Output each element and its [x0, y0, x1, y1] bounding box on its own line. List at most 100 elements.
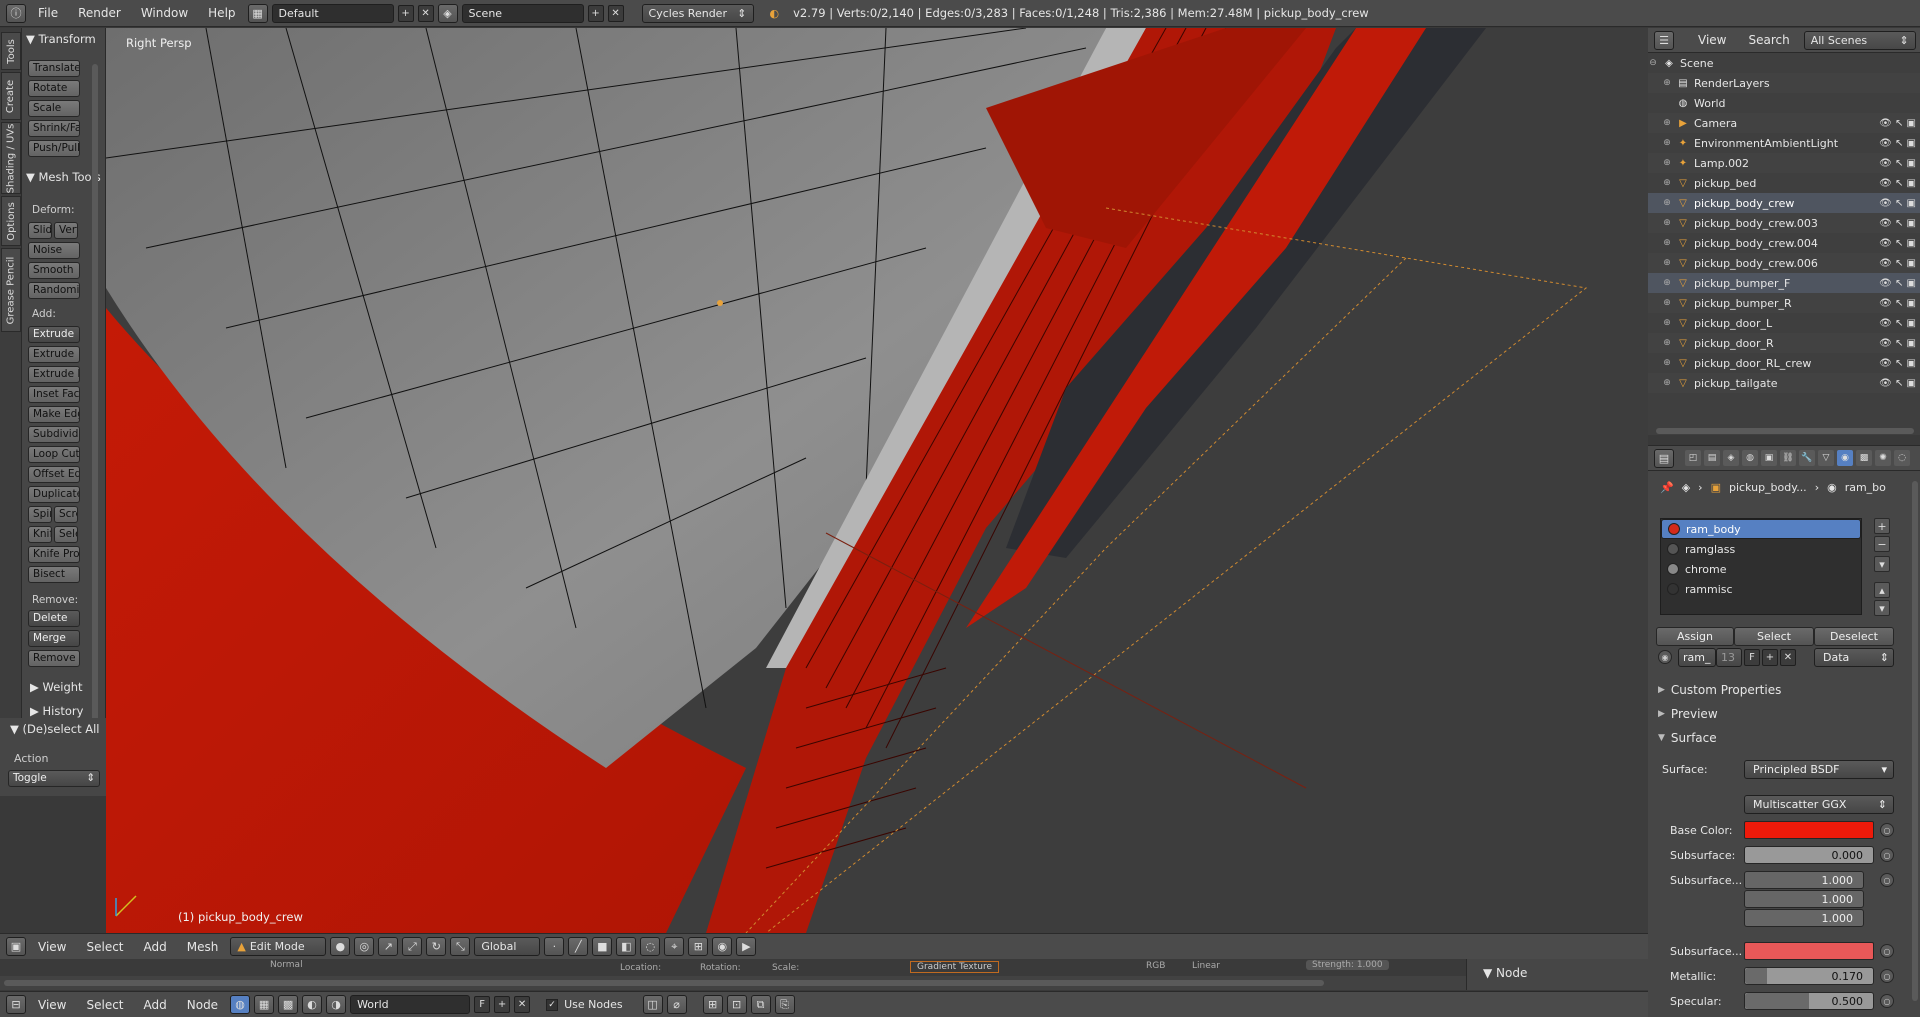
editor-type-icon[interactable]: ⓘ [6, 3, 26, 23]
subsurface-radius-z[interactable]: 1.000 [1744, 909, 1864, 927]
texture-tab-icon[interactable]: ▩ [1856, 450, 1872, 466]
snap-element-icon[interactable]: ⊡ [726, 995, 747, 1014]
menu-view[interactable]: View [1690, 33, 1734, 47]
shrink-fatten-button[interactable]: Shrink/Fatten [28, 120, 80, 137]
data-tab-icon[interactable]: ▽ [1818, 450, 1834, 466]
specials-menu-icon[interactable]: ▾ [1874, 556, 1890, 572]
expand-icon[interactable]: ⊕ [1662, 258, 1672, 268]
link-socket-icon[interactable]: ○ [1880, 994, 1894, 1008]
material-browse-icon[interactable]: ◉ [1658, 650, 1672, 664]
extrude-menu-button[interactable]: Extrude [28, 326, 80, 343]
base-color-swatch[interactable] [1744, 821, 1874, 839]
node-strength-field[interactable]: Strength: 1.000 [1306, 960, 1389, 970]
paste-icon[interactable]: ⎘ [774, 995, 795, 1014]
loop-cut-button[interactable]: Loop Cut and Slide [28, 446, 80, 463]
screw-button[interactable]: Screw [54, 506, 78, 523]
outliner-row-pickup-tailgate[interactable]: ⊕ ▽ pickup_tailgate 👁 ↖ ▣ [1648, 373, 1920, 393]
menu-select[interactable]: Select [78, 998, 131, 1012]
link-socket-icon[interactable]: ○ [1880, 823, 1894, 837]
properties-scrollbar[interactable] [1912, 481, 1918, 1001]
visibility-controls[interactable]: 👁 ↖ ▣ [1879, 138, 1916, 149]
subsurface-radius-y[interactable]: 1.000 [1744, 890, 1864, 908]
outliner-row-pickup-body-crew[interactable]: ⊕ ▽ pickup_body_crew 👁 ↖ ▣ [1648, 193, 1920, 213]
visibility-controls[interactable]: 👁 ↖ ▣ [1879, 278, 1916, 289]
assign-button[interactable]: Assign [1656, 627, 1734, 646]
visibility-controls[interactable]: 👁 ↖ ▣ [1879, 358, 1916, 369]
expand-icon[interactable]: ⊕ [1662, 178, 1672, 188]
outliner-row-pickup-door-l[interactable]: ⊕ ▽ pickup_door_L 👁 ↖ ▣ [1648, 313, 1920, 333]
copy-icon[interactable]: ⧉ [750, 995, 771, 1014]
pivot-icon[interactable]: ◎ [354, 937, 375, 956]
randomize-button[interactable]: Randomize [28, 282, 80, 299]
outliner-row-pickup-body-crew-003[interactable]: ⊕ ▽ pickup_body_crew.003 👁 ↖ ▣ [1648, 213, 1920, 233]
expand-icon[interactable]: ⊕ [1662, 78, 1672, 88]
weight-panel-header[interactable]: ▶ Weight [30, 680, 83, 694]
visibility-controls[interactable]: 👁 ↖ ▣ [1879, 338, 1916, 349]
transform-panel-header[interactable]: ▼ Transform [26, 32, 96, 46]
translate-manipulator-icon[interactable]: ⤢ [402, 937, 423, 956]
proportional-icon[interactable]: ◌ [640, 937, 661, 956]
outliner-row-pickup-bumper-r[interactable]: ⊕ ▽ pickup_bumper_R 👁 ↖ ▣ [1648, 293, 1920, 313]
subsurface-color-swatch[interactable] [1744, 942, 1874, 960]
editor-type-icon[interactable]: ☰ [1654, 30, 1674, 50]
outliner-row-lamp[interactable]: ⊕ ✦ Lamp.002 👁 ↖ ▣ [1648, 153, 1920, 173]
rotate-button[interactable]: Rotate [28, 80, 80, 97]
add-layout-icon[interactable]: + [397, 4, 414, 22]
pin-icon[interactable]: ⌀ [666, 995, 687, 1014]
visibility-controls[interactable]: 👁 ↖ ▣ [1879, 238, 1916, 249]
editor-type-icon[interactable]: ▤ [1654, 448, 1674, 468]
translate-button[interactable]: Translate [28, 60, 80, 77]
outliner-row-scene[interactable]: ⊖ ◈ Scene [1648, 53, 1920, 73]
custom-properties-panel[interactable]: ▶ Custom Properties [1654, 679, 1912, 701]
scene-field[interactable]: Scene [461, 3, 584, 23]
offset-edge-button[interactable]: Offset Edge Slide [28, 466, 80, 483]
menu-window[interactable]: Window [133, 6, 196, 20]
layout-icon[interactable]: ▦ [247, 3, 268, 23]
material-slot[interactable]: ramglass [1661, 539, 1861, 559]
node-scroll-thumb[interactable] [4, 980, 1324, 986]
constraints-tab-icon[interactable]: ⛓ [1780, 450, 1796, 466]
scene-tab-icon[interactable]: ◈ [1723, 450, 1739, 466]
outliner-scrollbar[interactable] [1656, 428, 1914, 434]
visibility-controls[interactable]: 👁 ↖ ▣ [1879, 298, 1916, 309]
expand-icon[interactable]: ⊕ [1662, 118, 1672, 128]
history-panel-header[interactable]: ▶ History [30, 704, 83, 718]
gradient-texture-node[interactable]: Gradient Texture [910, 961, 999, 973]
mode-select[interactable]: ▲ Edit Mode [230, 937, 327, 956]
expand-icon[interactable]: ⊕ [1662, 198, 1672, 208]
menu-file[interactable]: File [30, 6, 66, 20]
tab-grease-pencil[interactable]: Grease Pencil [1, 248, 21, 332]
backdrop-icon[interactable]: ◫ [642, 995, 663, 1014]
link-socket-icon[interactable]: ○ [1880, 848, 1894, 862]
move-down-icon[interactable]: ▾ [1874, 600, 1890, 616]
visibility-controls[interactable]: 👁 ↖ ▣ [1879, 178, 1916, 189]
material-name-field[interactable]: ram_ [1678, 648, 1716, 667]
toolshelf-scrollbar[interactable] [92, 64, 98, 734]
delete-menu-button[interactable]: Delete [28, 610, 80, 627]
tab-create[interactable]: Create [1, 72, 21, 120]
scale-button[interactable]: Scale [28, 100, 80, 117]
operator-panel-header[interactable]: ▼ (De)select All [10, 722, 100, 736]
noise-button[interactable]: Noise [28, 242, 80, 259]
editor-type-icon[interactable]: ⊟ [6, 995, 26, 1014]
world-tab-icon[interactable]: ◍ [1742, 450, 1758, 466]
outliner-row-pickup-door-r[interactable]: ⊕ ▽ pickup_door_R 👁 ↖ ▣ [1648, 333, 1920, 353]
object-tab-icon[interactable]: ▣ [1761, 450, 1777, 466]
expand-icon[interactable]: ⊕ [1662, 298, 1672, 308]
vertex-button[interactable]: Vertex [54, 222, 78, 239]
link-socket-icon[interactable]: ○ [1880, 873, 1894, 887]
expand-icon[interactable]: ⊕ [1662, 158, 1672, 168]
expand-icon[interactable]: ⊕ [1662, 358, 1672, 368]
render-anim-icon[interactable]: ▶ [736, 937, 757, 956]
menu-node[interactable]: Node [179, 998, 226, 1012]
preview-panel[interactable]: ▶ Preview [1654, 703, 1912, 725]
remove-scene-icon[interactable]: ✕ [607, 4, 624, 22]
remove-button[interactable]: Remove [28, 650, 80, 667]
link-socket-icon[interactable]: ○ [1880, 969, 1894, 983]
scene-icon[interactable]: ◈ [437, 3, 458, 23]
menu-add[interactable]: Add [136, 998, 175, 1012]
tab-shading-uvs[interactable]: Shading / UVs [1, 122, 21, 194]
manipulator-icon[interactable]: ↗ [378, 937, 399, 956]
node-panel-header[interactable]: ▼ Node [1466, 959, 1648, 990]
outliner-row-pickup-door-rl-crew[interactable]: ⊕ ▽ pickup_door_RL_crew 👁 ↖ ▣ [1648, 353, 1920, 373]
